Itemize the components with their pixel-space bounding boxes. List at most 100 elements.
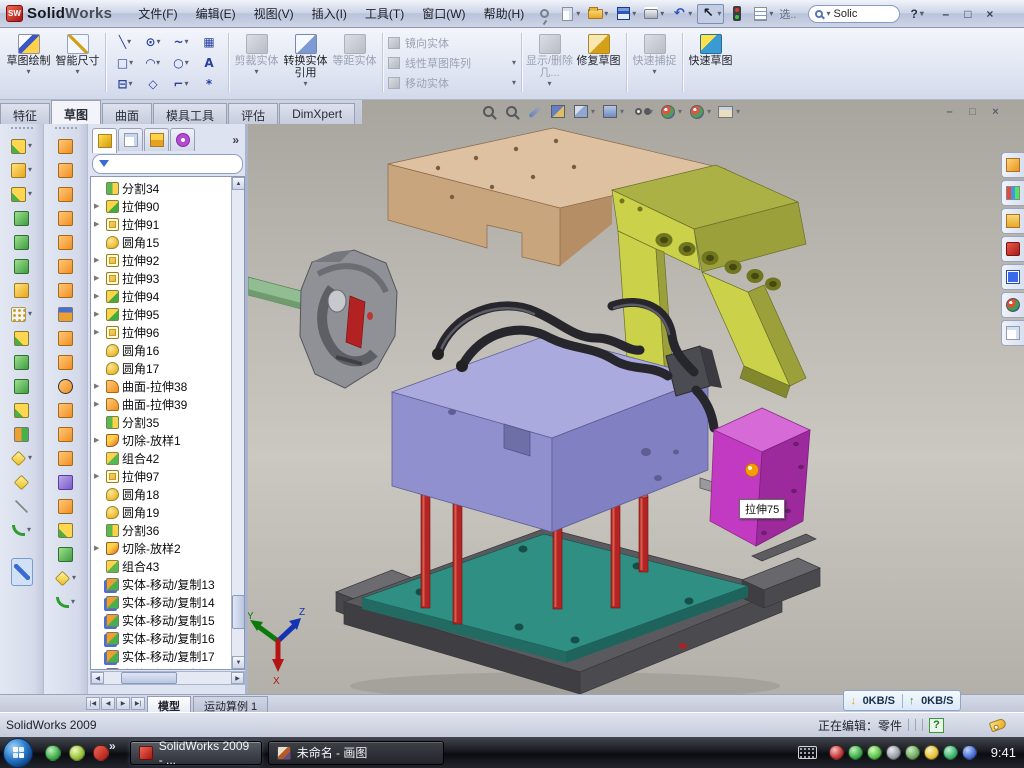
tab-nav-button[interactable]: ▶ <box>116 697 130 710</box>
expand-arrow-icon[interactable]: ▶ <box>94 274 103 282</box>
task-pane-tab[interactable] <box>1001 180 1024 206</box>
fillet-icon[interactable]: ▾ <box>9 182 34 206</box>
graphics-area[interactable]: Y Z X ▾ ▾ ▾ ▾ <box>248 100 1024 694</box>
linear-sketch-pattern-button[interactable]: 线性草图阵列▾ <box>386 54 518 72</box>
dome-icon[interactable]: ▾ <box>56 542 75 566</box>
extruded-boss-icon[interactable]: ▾ <box>9 134 34 158</box>
tree-item[interactable]: ▶ 分割35 <box>91 413 231 431</box>
tooling-split-icon[interactable]: ▾ <box>56 278 75 302</box>
search-input[interactable]: Solic <box>833 8 857 20</box>
edit-appearance-icon[interactable]: ▾ <box>659 103 682 120</box>
command-tab[interactable]: 草图 <box>51 100 101 124</box>
update-icon[interactable] <box>867 745 882 760</box>
tree-item[interactable]: ▶ 曲面-拉伸39 <box>91 395 231 413</box>
command-tab[interactable]: 曲面 <box>102 103 152 124</box>
view-settings-icon[interactable]: ▾ <box>717 103 740 120</box>
ellipse-icon[interactable]: ○▾ <box>167 52 195 73</box>
tree-item[interactable]: ▶ 切除-放样2 <box>91 539 231 557</box>
display-style-icon[interactable]: ▾ <box>601 103 624 120</box>
split-feature-icon[interactable]: ▾ <box>9 446 34 470</box>
tree-item[interactable]: ▶ 拉伸90 <box>91 197 231 215</box>
tree-item[interactable]: ▶ 圆角16 <box>91 341 231 359</box>
tree-item[interactable]: ▶ 曲面-拉伸38 <box>91 377 231 395</box>
hole-wizard-icon[interactable]: ▾ <box>12 278 31 302</box>
measure-icon[interactable]: ▾ <box>11 558 33 586</box>
circle-icon[interactable]: ⊙▾ <box>139 31 167 52</box>
tree-item[interactable]: ▶ 拉伸93 <box>91 269 231 287</box>
volume-icon[interactable] <box>886 745 901 760</box>
mirror-feature-icon[interactable]: ▾ <box>12 398 31 422</box>
task-solidworks[interactable]: SolidWorks 2009 - ... <box>130 741 262 765</box>
convert-entities-button[interactable]: 转换实体引用▾ <box>281 30 330 95</box>
parting-surface-icon[interactable]: ▾ <box>56 230 75 254</box>
sync-icon[interactable] <box>962 745 977 760</box>
expand-arrow-icon[interactable]: ▶ <box>94 220 103 228</box>
curve-icon[interactable]: ▾ <box>10 518 33 542</box>
expand-arrow-icon[interactable]: ▶ <box>94 256 103 264</box>
expand-arrow-icon[interactable]: ▶ <box>94 400 103 408</box>
tab-nav-button[interactable]: ◀ <box>101 697 115 710</box>
network-monitor[interactable]: ↓ 0KB/S ↑ 0KB/S <box>843 690 961 711</box>
command-tab[interactable]: DimXpert <box>279 103 355 124</box>
spline-icon[interactable]: ~▾ <box>167 31 195 52</box>
launcher-icon[interactable] <box>69 745 85 761</box>
task-paint[interactable]: 未命名 - 画图 <box>268 741 444 765</box>
tree-item[interactable]: ▶ 分割34 <box>91 179 231 197</box>
shutoff-surface-icon[interactable]: ▾ <box>56 182 75 206</box>
tree-item[interactable]: ▶ 实体-移动/复制17 <box>91 647 231 665</box>
arc-icon[interactable]: ◠▾ <box>139 52 167 73</box>
tree-item[interactable]: ▶ 实体-移动/复制18 <box>91 665 231 669</box>
menu-item[interactable]: 窗口(W) <box>422 5 465 22</box>
shell-icon[interactable]: ▾ <box>12 374 31 398</box>
polygon-icon[interactable]: ◇▾ <box>139 73 167 94</box>
tree-item[interactable]: ▶ 圆角15 <box>91 233 231 251</box>
mirror-entities-button[interactable]: 镜向实体 <box>386 34 518 52</box>
revolved-boss-icon[interactable]: ▾ <box>12 230 31 254</box>
search-dropdown-icon[interactable]: ▾ <box>826 10 830 18</box>
undercut-analysis-icon[interactable]: ▾ <box>56 374 75 398</box>
tree-item[interactable]: ▶ 实体-移动/复制15 <box>91 611 231 629</box>
dimxpertmanager-tab[interactable] <box>170 128 195 151</box>
trim-entities-button[interactable]: 剪裁实体▾ <box>232 30 281 95</box>
sketch-star-icon[interactable]: ▾ <box>53 566 78 590</box>
pin-icon[interactable]: ▾ <box>534 5 554 23</box>
clamp-unit[interactable] <box>300 250 397 388</box>
move-copy-body-icon[interactable]: ▾ <box>12 422 31 446</box>
panel-splitter[interactable] <box>245 124 248 694</box>
security-center-icon[interactable] <box>829 745 844 760</box>
new-document-icon[interactable]: ▾ <box>557 5 582 23</box>
rebuild-icon[interactable]: ▾ <box>727 5 747 23</box>
plane-icon[interactable]: ▾ <box>12 470 31 494</box>
mold-fillet-icon[interactable]: ▾ <box>56 518 75 542</box>
spline-tool-icon[interactable]: ▾ <box>54 590 77 614</box>
magnifier-icon[interactable]: ▾ <box>526 103 543 120</box>
tree-item[interactable]: ▶ 拉伸92 <box>91 251 231 269</box>
rib-icon[interactable]: ▾ <box>12 326 31 350</box>
tree-item[interactable]: ▶ 拉伸91 <box>91 215 231 233</box>
expand-arrow-icon[interactable]: ▶ <box>94 544 103 552</box>
input-language-icon[interactable] <box>798 746 817 759</box>
insert-mold-folder-icon[interactable]: ▾ <box>56 470 75 494</box>
command-tab[interactable]: 特征 <box>0 103 50 124</box>
tree-item[interactable]: ▶ 组合42 <box>91 449 231 467</box>
tab-nav-button[interactable]: ▶| <box>131 697 145 710</box>
status-help-icon[interactable]: ? <box>929 718 944 733</box>
tree-item[interactable]: ▶ 实体-移动/复制16 <box>91 629 231 647</box>
expand-arrow-icon[interactable]: ▶ <box>94 292 103 300</box>
scroll-down-icon[interactable]: ▼ <box>232 656 245 669</box>
study-tab[interactable]: 运动算例 1 <box>193 696 268 712</box>
chamfer-icon[interactable]: ▾ <box>12 254 31 278</box>
tree-vertical-scrollbar[interactable]: ▲ ▼ <box>231 177 244 669</box>
select-icon[interactable]: ↖ ▾ <box>697 4 724 24</box>
tree-filter-input[interactable] <box>92 154 243 174</box>
radiate-surface-icon[interactable]: ▾ <box>56 494 75 518</box>
task-pane-tab[interactable] <box>1001 236 1024 262</box>
featuremanager-tab[interactable] <box>92 128 117 153</box>
command-tab[interactable]: 模具工具 <box>153 103 227 124</box>
network-status-icon[interactable] <box>905 745 920 760</box>
print-icon[interactable]: ▾ <box>641 5 666 23</box>
panel-tabs-overflow[interactable]: » <box>232 133 243 147</box>
hide-show-items-icon[interactable]: ▾ <box>630 103 653 120</box>
help-button[interactable]: ?▾ <box>910 7 923 21</box>
search-box[interactable]: ▾ Solic <box>808 5 900 23</box>
